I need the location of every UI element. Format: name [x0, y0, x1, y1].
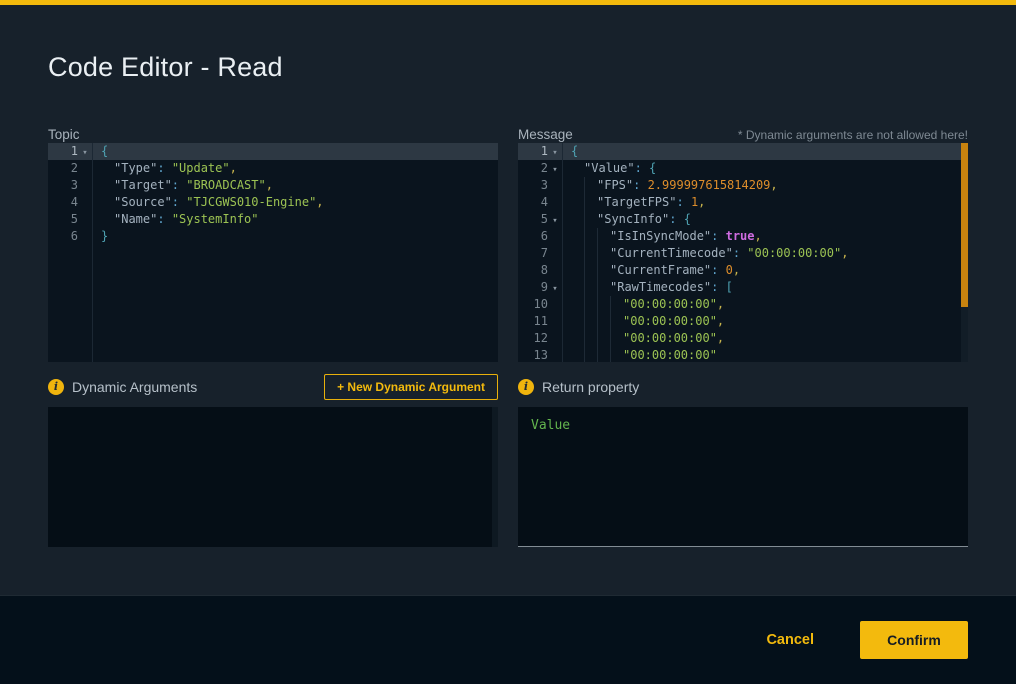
code-line: 5"Name": "SystemInfo" — [48, 211, 498, 228]
dynamic-arguments-header: i Dynamic Arguments + New Dynamic Argume… — [48, 373, 498, 401]
code-line: 8"CurrentFrame": 0, — [518, 262, 968, 279]
line-number: 3 — [520, 177, 548, 194]
new-dynamic-argument-button[interactable]: + New Dynamic Argument — [324, 374, 498, 400]
footer: Cancel Confirm — [0, 595, 1016, 684]
code-line: 6"IsInSyncMode": true, — [518, 228, 968, 245]
code-line: 13"00:00:00:00" — [518, 347, 968, 362]
info-icon: i — [48, 379, 64, 395]
line-number: 12 — [520, 330, 548, 347]
code-line: 9▾"RawTimecodes": [ — [518, 279, 968, 296]
return-property-header: i Return property — [518, 373, 968, 401]
message-editor-scrollbar-track — [961, 143, 968, 362]
return-property-label: Return property — [542, 379, 639, 395]
line-number: 1 — [50, 143, 78, 160]
message-editor[interactable]: 1▾{2▾"Value": {3"FPS": 2.999997615814209… — [518, 143, 968, 362]
cancel-button[interactable]: Cancel — [766, 632, 814, 648]
return-property-panel[interactable]: Value — [518, 407, 968, 547]
code-line: 1▾{ — [48, 143, 498, 160]
line-number: 10 — [520, 296, 548, 313]
confirm-button[interactable]: Confirm — [860, 621, 968, 659]
topic-editor[interactable]: 1▾{2"Type": "Update",3"Target": "BROADCA… — [48, 143, 498, 362]
code-line: 4"TargetFPS": 1, — [518, 194, 968, 211]
top-accent-bar — [0, 0, 1016, 5]
code-line: 6} — [48, 228, 498, 245]
code-line: 1▾{ — [518, 143, 968, 160]
line-number: 9 — [520, 279, 548, 296]
dynamic-arguments-panel[interactable] — [48, 407, 498, 547]
line-number: 11 — [520, 313, 548, 330]
topic-gutter-divider — [92, 143, 93, 362]
topic-label: Topic — [48, 127, 80, 142]
code-line: 11"00:00:00:00", — [518, 313, 968, 330]
return-property-value: Value — [518, 407, 968, 433]
dynamic-arguments-label: Dynamic Arguments — [72, 379, 197, 395]
line-number: 3 — [50, 177, 78, 194]
line-number: 6 — [520, 228, 548, 245]
code-line: 3"Target": "BROADCAST", — [48, 177, 498, 194]
code-line: 7"CurrentTimecode": "00:00:00:00", — [518, 245, 968, 262]
code-line: 10"00:00:00:00", — [518, 296, 968, 313]
line-number: 4 — [520, 194, 548, 211]
line-number: 7 — [520, 245, 548, 262]
dialog-title: Code Editor - Read — [48, 52, 283, 83]
line-number: 1 — [520, 143, 548, 160]
topic-label-row: Topic — [48, 118, 498, 142]
message-editor-scrollbar-thumb[interactable] — [961, 143, 968, 307]
dynamic-arguments-scrollbar-track — [492, 407, 498, 547]
line-number: 8 — [520, 262, 548, 279]
message-label-row: Message * Dynamic arguments are not allo… — [518, 118, 968, 142]
message-note: * Dynamic arguments are not allowed here… — [738, 128, 968, 142]
code-line: 2▾"Value": { — [518, 160, 968, 177]
line-number: 13 — [520, 347, 548, 362]
line-number: 5 — [50, 211, 78, 228]
message-label: Message — [518, 127, 573, 142]
line-number: 2 — [50, 160, 78, 177]
code-line: 5▾"SyncInfo": { — [518, 211, 968, 228]
line-number: 5 — [520, 211, 548, 228]
code-line: 12"00:00:00:00", — [518, 330, 968, 347]
line-number: 4 — [50, 194, 78, 211]
line-number: 6 — [50, 228, 78, 245]
message-gutter-divider — [562, 143, 563, 362]
line-number: 2 — [520, 160, 548, 177]
info-icon: i — [518, 379, 534, 395]
code-line: 3"FPS": 2.999997615814209, — [518, 177, 968, 194]
code-line: 4"Source": "TJCGWS010-Engine", — [48, 194, 498, 211]
code-line: 2"Type": "Update", — [48, 160, 498, 177]
